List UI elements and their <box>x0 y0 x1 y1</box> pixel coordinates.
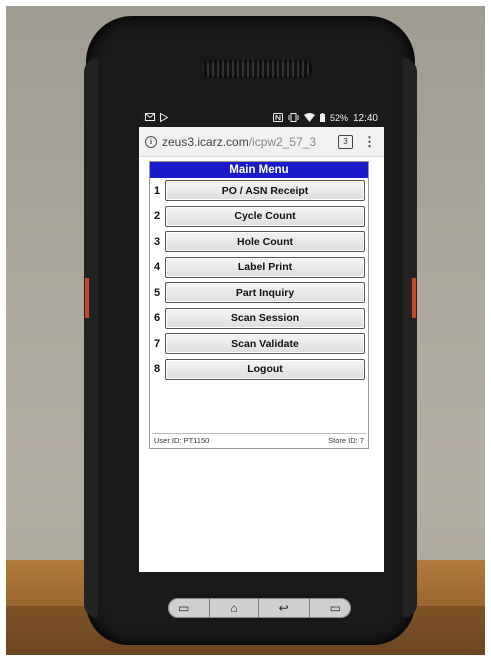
menu-list: 1 PO / ASN Receipt 2 Cycle Count 3 Hole … <box>150 178 368 382</box>
wifi-icon <box>303 112 315 124</box>
nav-divider <box>209 598 211 618</box>
menu-row: 8 Logout <box>150 357 368 383</box>
menu-item-number: 5 <box>153 286 161 299</box>
url-text[interactable]: zeus3.icarz.com/icpw2_57_3 <box>162 135 330 149</box>
part-inquiry-button[interactable]: Part Inquiry <box>165 282 365 304</box>
phone-device: 52% 12:40 i zeus3.icarz.com/icpw2_57_3 3… <box>84 18 417 643</box>
url-path: /icpw2_57_3 <box>248 134 317 149</box>
speaker-grille <box>202 60 312 78</box>
menu-item-number: 2 <box>153 210 161 223</box>
scan-session-button[interactable]: Scan Session <box>165 307 365 329</box>
nav-divider <box>257 598 259 618</box>
back-icon[interactable]: ↩ <box>279 602 289 614</box>
store-id-label: Store ID: 7 <box>328 436 364 445</box>
menu-row: 6 Scan Session <box>150 306 368 332</box>
gmail-icon <box>145 113 155 123</box>
battery-icon <box>319 112 325 124</box>
status-bar: 52% 12:40 <box>139 109 384 127</box>
left-bumper <box>84 58 98 618</box>
tab-switcher-button[interactable]: 3 <box>338 134 353 149</box>
hole-count-button[interactable]: Hole Count <box>165 231 365 253</box>
menu-footer: User ID: PT1150 Store ID: 7 <box>152 433 366 446</box>
scan-validate-button[interactable]: Scan Validate <box>165 333 365 355</box>
hardware-nav-bar: ▭ ⌂ ↩ ▭ <box>168 598 351 618</box>
menu-row: 7 Scan Validate <box>150 331 368 357</box>
menu-item-number: 6 <box>153 312 161 325</box>
menu-item-number: 1 <box>153 184 161 197</box>
vibrate-icon <box>288 112 299 124</box>
po-asn-receipt-button[interactable]: PO / ASN Receipt <box>165 180 365 202</box>
menu-row: 4 Label Print <box>150 255 368 281</box>
battery-percent: 52% <box>329 113 348 123</box>
web-page: Main Menu 1 PO / ASN Receipt 2 Cycle Cou… <box>139 157 384 572</box>
clock: 12:40 <box>352 112 378 124</box>
right-bumper <box>403 58 417 618</box>
logout-button[interactable]: Logout <box>165 358 365 380</box>
menu-row: 2 Cycle Count <box>150 204 368 230</box>
main-menu-panel: Main Menu 1 PO / ASN Receipt 2 Cycle Cou… <box>149 161 369 449</box>
menu-row: 3 Hole Count <box>150 229 368 255</box>
phone-screen: 52% 12:40 i zeus3.icarz.com/icpw2_57_3 3… <box>139 109 384 572</box>
home-icon[interactable]: ⌂ <box>230 602 237 614</box>
menu-title: Main Menu <box>150 162 368 178</box>
site-info-icon[interactable]: i <box>145 135 157 148</box>
play-store-icon <box>160 112 169 124</box>
menu-row: 1 PO / ASN Receipt <box>150 178 368 204</box>
menu-item-number: 4 <box>153 261 161 274</box>
left-accent <box>85 278 89 318</box>
right-accent <box>412 278 416 318</box>
menu-item-number: 8 <box>153 363 161 376</box>
menu-item-number: 7 <box>153 337 161 350</box>
user-id-label: User ID: PT1150 <box>154 436 210 445</box>
nfc-icon <box>272 112 283 124</box>
menu-row: 5 Part Inquiry <box>150 280 368 306</box>
menu-item-number: 3 <box>153 235 161 248</box>
url-host: zeus3.icarz.com <box>162 134 249 149</box>
browser-menu-icon[interactable]: ⋮ <box>363 135 376 148</box>
cycle-count-button[interactable]: Cycle Count <box>165 205 365 227</box>
label-print-button[interactable]: Label Print <box>165 256 365 278</box>
recents-icon[interactable]: ▭ <box>178 602 189 614</box>
browser-url-bar[interactable]: i zeus3.icarz.com/icpw2_57_3 3 ⋮ <box>139 127 384 157</box>
menu-key-icon[interactable]: ▭ <box>330 602 341 614</box>
nav-divider <box>308 598 310 618</box>
